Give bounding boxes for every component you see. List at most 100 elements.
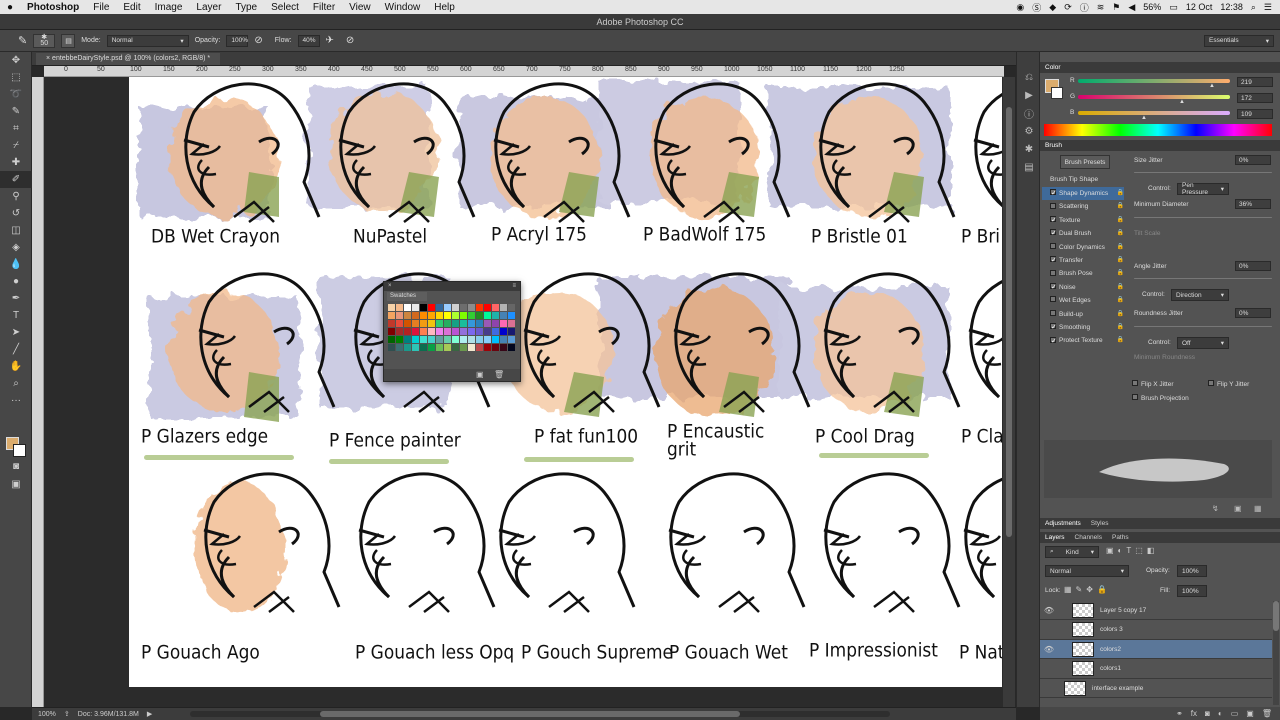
lock-icon[interactable]: 🔒 [1117,321,1124,334]
color-swatch[interactable] [404,320,411,327]
lock-icon[interactable]: 🔒 [1117,254,1124,267]
menu-time[interactable]: 12:38 [1220,2,1243,12]
color-swatch[interactable] [484,328,491,335]
color-swatch[interactable] [484,320,491,327]
color-swatch[interactable] [500,344,507,351]
dropbox-icon[interactable]: ◆ [1049,2,1056,13]
menu-file[interactable]: File [86,2,116,13]
menu-date[interactable]: 12 Oct [1186,2,1213,12]
color-swatch[interactable] [404,336,411,343]
color-swatch[interactable] [420,328,427,335]
slider-thumb-icon[interactable]: ▲ [1179,99,1185,105]
color-swatch[interactable] [444,304,451,311]
color-swatch[interactable] [468,320,475,327]
new-layer-icon[interactable]: ▣ [1246,709,1254,718]
slider-thumb-icon[interactable]: ▲ [1141,115,1147,121]
background-color-swatch[interactable] [13,444,26,457]
color-swatch[interactable] [412,304,419,311]
brush-option-smoothing[interactable]: Smoothing 🔒 [1042,321,1124,334]
paint-bucket-tool-icon[interactable]: ◈ [0,239,32,256]
checkbox[interactable] [1132,394,1138,401]
menu-select[interactable]: Select [264,2,306,13]
color-swatch[interactable] [412,328,419,335]
color-swatch[interactable] [508,328,515,335]
horizontal-ruler[interactable]: 0 50 100 150 200 250 300 350 400 450 500 550 600 650 7… [44,66,1004,77]
close-icon[interactable]: × [388,283,392,289]
menu-image[interactable]: Image [148,2,190,13]
menu-app-name[interactable]: Photoshop [20,2,86,13]
brush-option-protect-texture[interactable]: Protect Texture 🔒 [1042,334,1124,348]
color-swatch[interactable] [404,304,411,311]
swatches-panel-header[interactable]: × ≡ [384,282,520,291]
apple-menu-icon[interactable]: ● [0,2,20,13]
color-swatch[interactable] [452,304,459,311]
color-swatch[interactable] [388,312,395,319]
delete-swatch-icon[interactable]: 🗑 [494,370,504,379]
color-swatch[interactable] [428,312,435,319]
layer-kind-filter[interactable]: ⌕ Kind ▾ [1045,546,1099,558]
menu-layer[interactable]: Layer [189,2,228,13]
color-swatch[interactable] [476,344,483,351]
flip-y-jitter-checkbox[interactable]: Flip Y Jitter [1208,380,1249,388]
blend-mode-select[interactable]: Normal ▾ [1045,565,1129,577]
color-swatch[interactable] [476,304,483,311]
channels-tab[interactable]: Channels [1075,532,1102,543]
checkbox[interactable] [1050,269,1056,276]
color-swatch[interactable] [460,320,467,327]
checkbox[interactable] [1050,254,1057,267]
lock-icon[interactable]: 🔒 [1117,294,1124,307]
brush-option-color-dynamics[interactable]: Color Dynamics 🔒 [1042,241,1124,254]
workspace-select[interactable]: Essentials ▾ [1204,34,1274,47]
eyedropper-tool-icon[interactable]: ⌿ [0,137,32,154]
brush-panel-toggle[interactable]: ▤ [61,33,76,48]
notifications-icon[interactable]: ☰ [1264,2,1272,13]
color-swatch[interactable] [452,320,459,327]
flip-x-jitter-checkbox[interactable]: Flip X Jitter [1132,380,1174,388]
pen-tool-icon[interactable]: ✒ [0,290,32,307]
size-jitter-input[interactable]: 0% [1235,155,1271,165]
color-swatch[interactable] [492,328,499,335]
color-swatch[interactable] [444,344,451,351]
color-swatch[interactable] [484,344,491,351]
volume-icon[interactable]: ◀ [1128,2,1135,13]
lock-icons[interactable]: ▦✎✥🔒 [1064,585,1111,594]
scrollbar-thumb[interactable] [1273,601,1279,631]
airbrush-icon[interactable]: ✈ [326,35,334,46]
layer-row[interactable]: colors 3 [1040,621,1272,640]
hand-tool-icon[interactable]: ✋ [0,358,32,375]
control-select-1[interactable]: Pen Pressure ▾ [1177,182,1229,196]
color-swatch[interactable] [412,344,419,351]
color-swatch[interactable] [396,312,403,319]
color-swatch[interactable] [476,328,483,335]
color-swatch[interactable] [404,328,411,335]
battery-percent[interactable]: 56% [1143,2,1161,12]
color-swatch[interactable] [436,320,443,327]
color-swatch[interactable] [492,312,499,319]
color-swatch[interactable] [420,304,427,311]
color-swatch[interactable] [436,336,443,343]
brush-tip-shape-item[interactable]: Brush Tip Shape [1042,173,1124,186]
color-swatch[interactable] [476,312,483,319]
fill-input[interactable]: 100% [1177,585,1207,597]
vertical-ruler[interactable] [32,77,44,708]
skype-icon[interactable]: Ⓢ [1032,1,1041,14]
brush-tool-icon[interactable]: ✎ [18,34,27,47]
color-swatch[interactable] [412,312,419,319]
control-select-2[interactable]: Direction ▾ [1171,289,1229,301]
color-swatch[interactable] [468,312,475,319]
color-swatch[interactable] [484,312,491,319]
roundness-jitter-input[interactable]: 0% [1235,308,1271,318]
adjustment-layer-icon[interactable]: ◐ [1218,709,1223,718]
checkbox[interactable] [1050,227,1057,240]
spotlight-icon[interactable]: ⌕ [1251,2,1256,13]
color-swatch[interactable] [500,304,507,311]
filter-icons[interactable]: ▣◐T⬚◧ [1106,546,1158,555]
paths-tab[interactable]: Paths [1112,532,1129,543]
menu-view[interactable]: View [342,2,378,13]
document-tab[interactable]: × entebbeDairyStyle.psd @ 100% (colors2,… [36,53,221,65]
color-swatch[interactable] [388,304,395,311]
canvas-horizontal-scrollbar[interactable] [190,711,891,717]
layer-row[interactable]: 👁 colors2 [1040,640,1272,659]
swatches-tab[interactable]: Swatches [387,292,427,301]
screen-mode-icon[interactable]: ▣ [0,476,32,493]
